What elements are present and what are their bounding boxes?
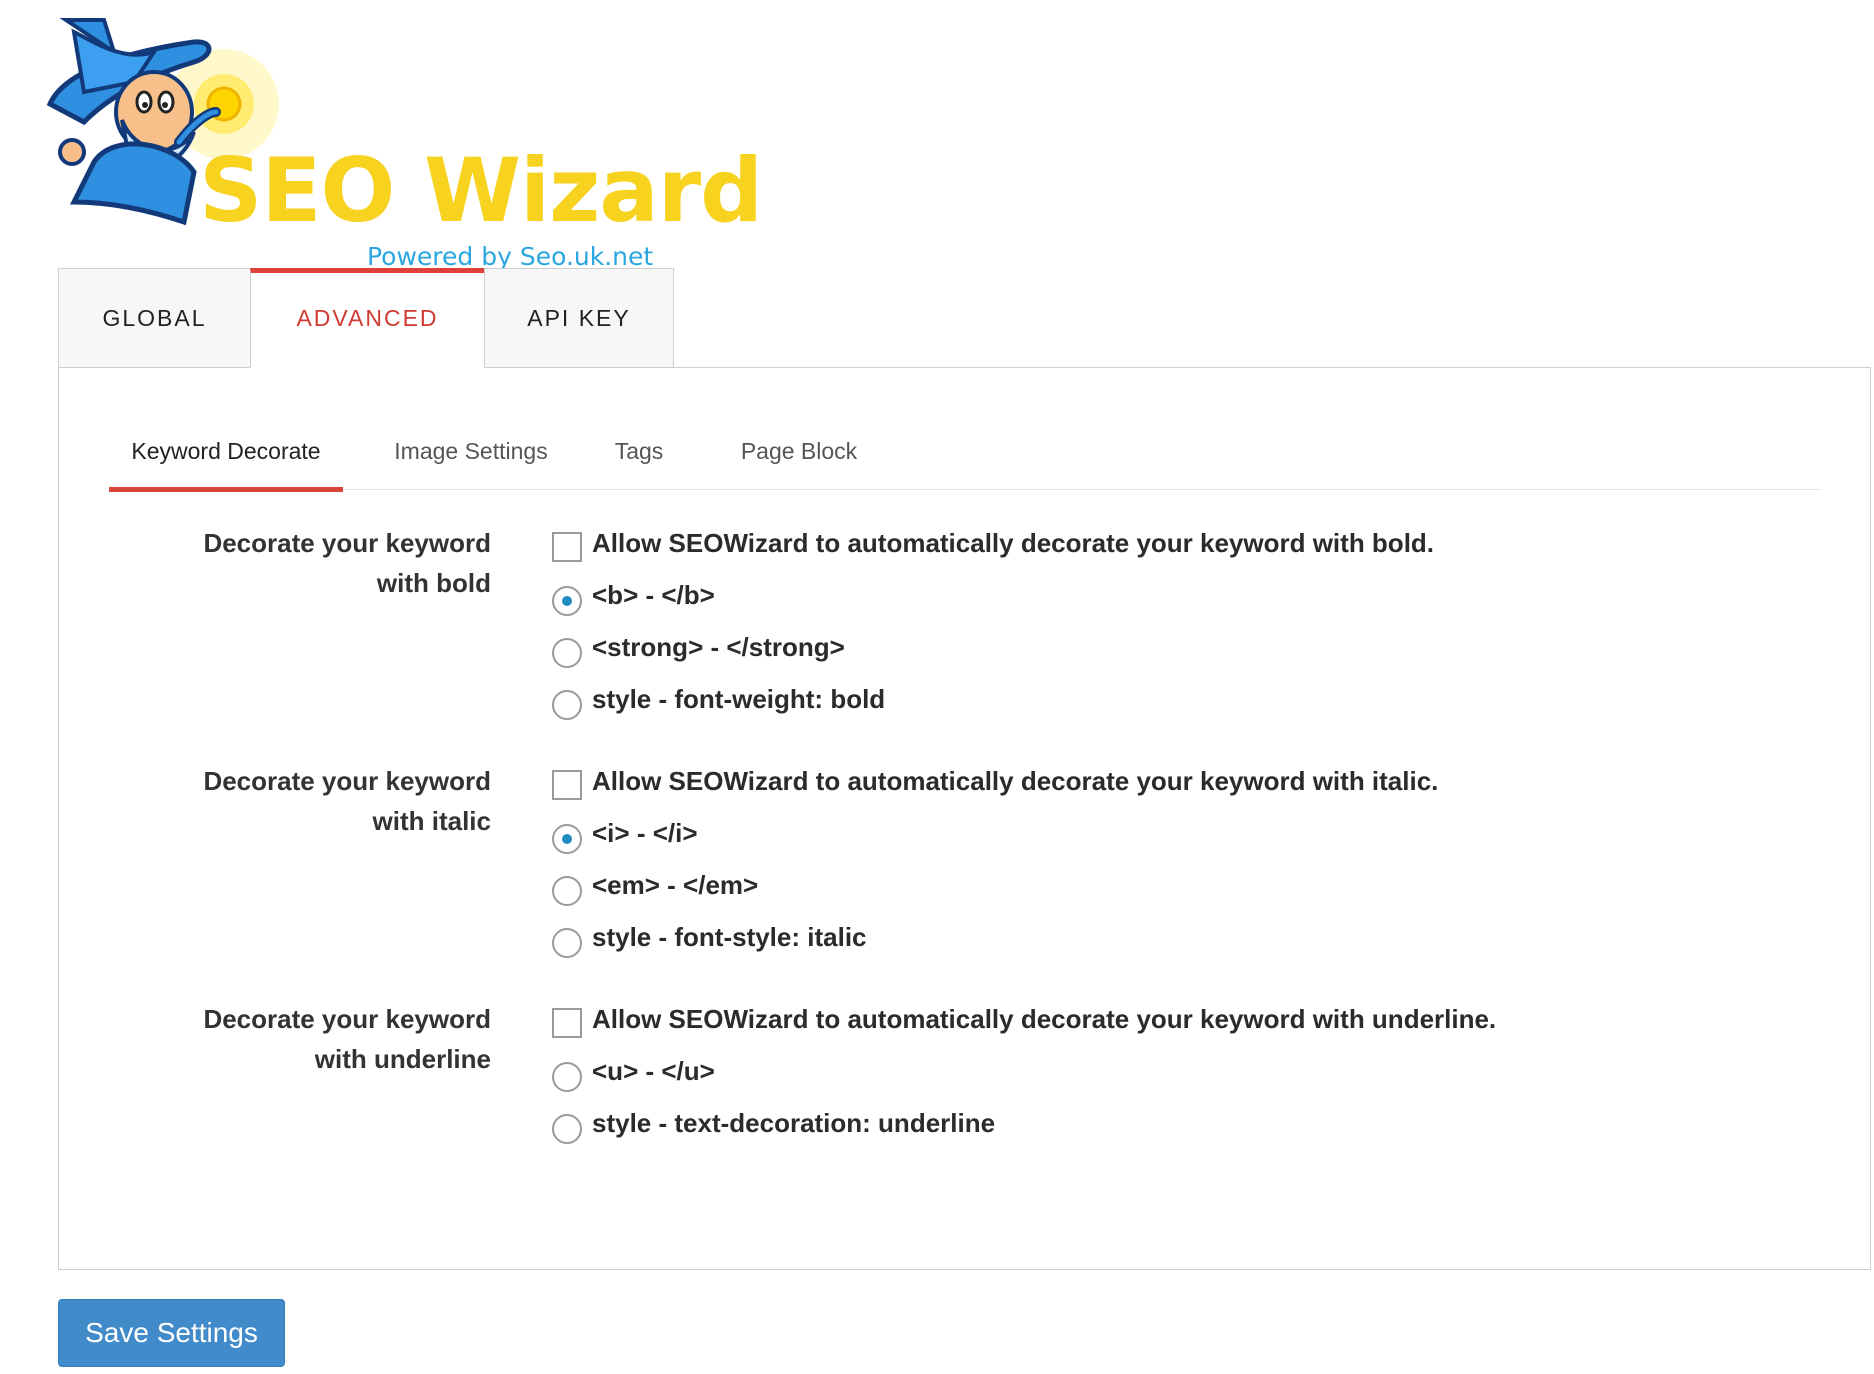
underline-allow-label: Allow SEOWizard to automatically decorat… (592, 1004, 1497, 1034)
underline-label-line2: with underline (314, 1044, 491, 1074)
subtab-keyword-decorate[interactable]: Keyword Decorate (109, 428, 343, 492)
settings-panel: Keyword Decorate Image Settings Tags Pag… (58, 367, 1871, 1270)
italic-i-label: <i> - </i> (592, 818, 698, 848)
bold-option-strong[interactable]: <strong> - </strong> (552, 632, 845, 668)
main-tabs: GLOBAL ADVANCED API KEY (58, 268, 674, 368)
logo-title: SEO Wizard (199, 139, 763, 242)
underline-allow-checkbox[interactable] (552, 1007, 582, 1038)
bold-allow-option[interactable]: Allow SEOWizard to automatically decorat… (552, 528, 1435, 562)
tab-api-key[interactable]: API KEY (484, 268, 674, 368)
italic-label-line1: Decorate your keyword (203, 766, 491, 796)
italic-option-em[interactable]: <em> - </em> (552, 870, 759, 906)
underline-style-label: style - text-decoration: underline (592, 1108, 996, 1138)
italic-group-label: Decorate your keyword with italic (149, 761, 491, 841)
bold-group-label: Decorate your keyword with bold (149, 523, 491, 603)
underline-allow-option[interactable]: Allow SEOWizard to automatically decorat… (552, 1004, 1497, 1038)
subtab-image-settings[interactable]: Image Settings (371, 428, 571, 490)
bold-strong-label: <strong> - </strong> (592, 632, 845, 662)
tab-global[interactable]: GLOBAL (58, 268, 250, 368)
seo-wizard-logo: SEO Wizard Powered by Seo.uk.net (44, 12, 763, 271)
sub-tabs: Keyword Decorate Image Settings Tags Pag… (109, 428, 1821, 492)
tab-advanced[interactable]: ADVANCED (250, 268, 484, 368)
italic-option-style[interactable]: style - font-style: italic (552, 922, 867, 958)
italic-label-line2: with italic (372, 806, 491, 836)
bold-strong-radio[interactable] (552, 637, 582, 668)
bold-label-line2: with bold (376, 568, 491, 598)
bold-allow-label: Allow SEOWizard to automatically decorat… (592, 528, 1435, 558)
italic-em-radio[interactable] (552, 875, 582, 906)
bold-option-b[interactable]: <b> - </b> (552, 580, 715, 616)
save-settings-button[interactable]: Save Settings (58, 1299, 285, 1367)
underline-group-label: Decorate your keyword with underline (149, 999, 491, 1079)
underline-u-label: <u> - </u> (592, 1056, 715, 1086)
italic-em-label: <em> - </em> (592, 870, 759, 900)
underline-u-radio[interactable] (552, 1061, 582, 1092)
italic-option-i[interactable]: <i> - </i> (552, 818, 698, 854)
bold-option-style[interactable]: style - font-weight: bold (552, 684, 886, 720)
bold-allow-checkbox[interactable] (552, 531, 582, 562)
bold-b-label: <b> - </b> (592, 580, 715, 610)
bold-style-label: style - font-weight: bold (592, 684, 886, 714)
italic-allow-option[interactable]: Allow SEOWizard to automatically decorat… (552, 766, 1439, 800)
italic-style-label: style - font-style: italic (592, 922, 867, 952)
underline-option-u[interactable]: <u> - </u> (552, 1056, 715, 1092)
underline-label-line1: Decorate your keyword (203, 1004, 491, 1034)
underline-style-radio[interactable] (552, 1113, 582, 1144)
bold-style-radio[interactable] (552, 689, 582, 720)
italic-i-radio[interactable] (552, 823, 582, 854)
underline-option-style[interactable]: style - text-decoration: underline (552, 1108, 996, 1144)
italic-style-radio[interactable] (552, 927, 582, 958)
logo-subtitle: Powered by Seo.uk.net (367, 242, 654, 271)
bold-label-line1: Decorate your keyword (203, 528, 491, 558)
italic-allow-label: Allow SEOWizard to automatically decorat… (592, 766, 1439, 796)
italic-allow-checkbox[interactable] (552, 769, 582, 800)
bold-b-radio[interactable] (552, 585, 582, 616)
subtab-page-block[interactable]: Page Block (714, 428, 884, 490)
subtab-tags[interactable]: Tags (589, 428, 689, 490)
